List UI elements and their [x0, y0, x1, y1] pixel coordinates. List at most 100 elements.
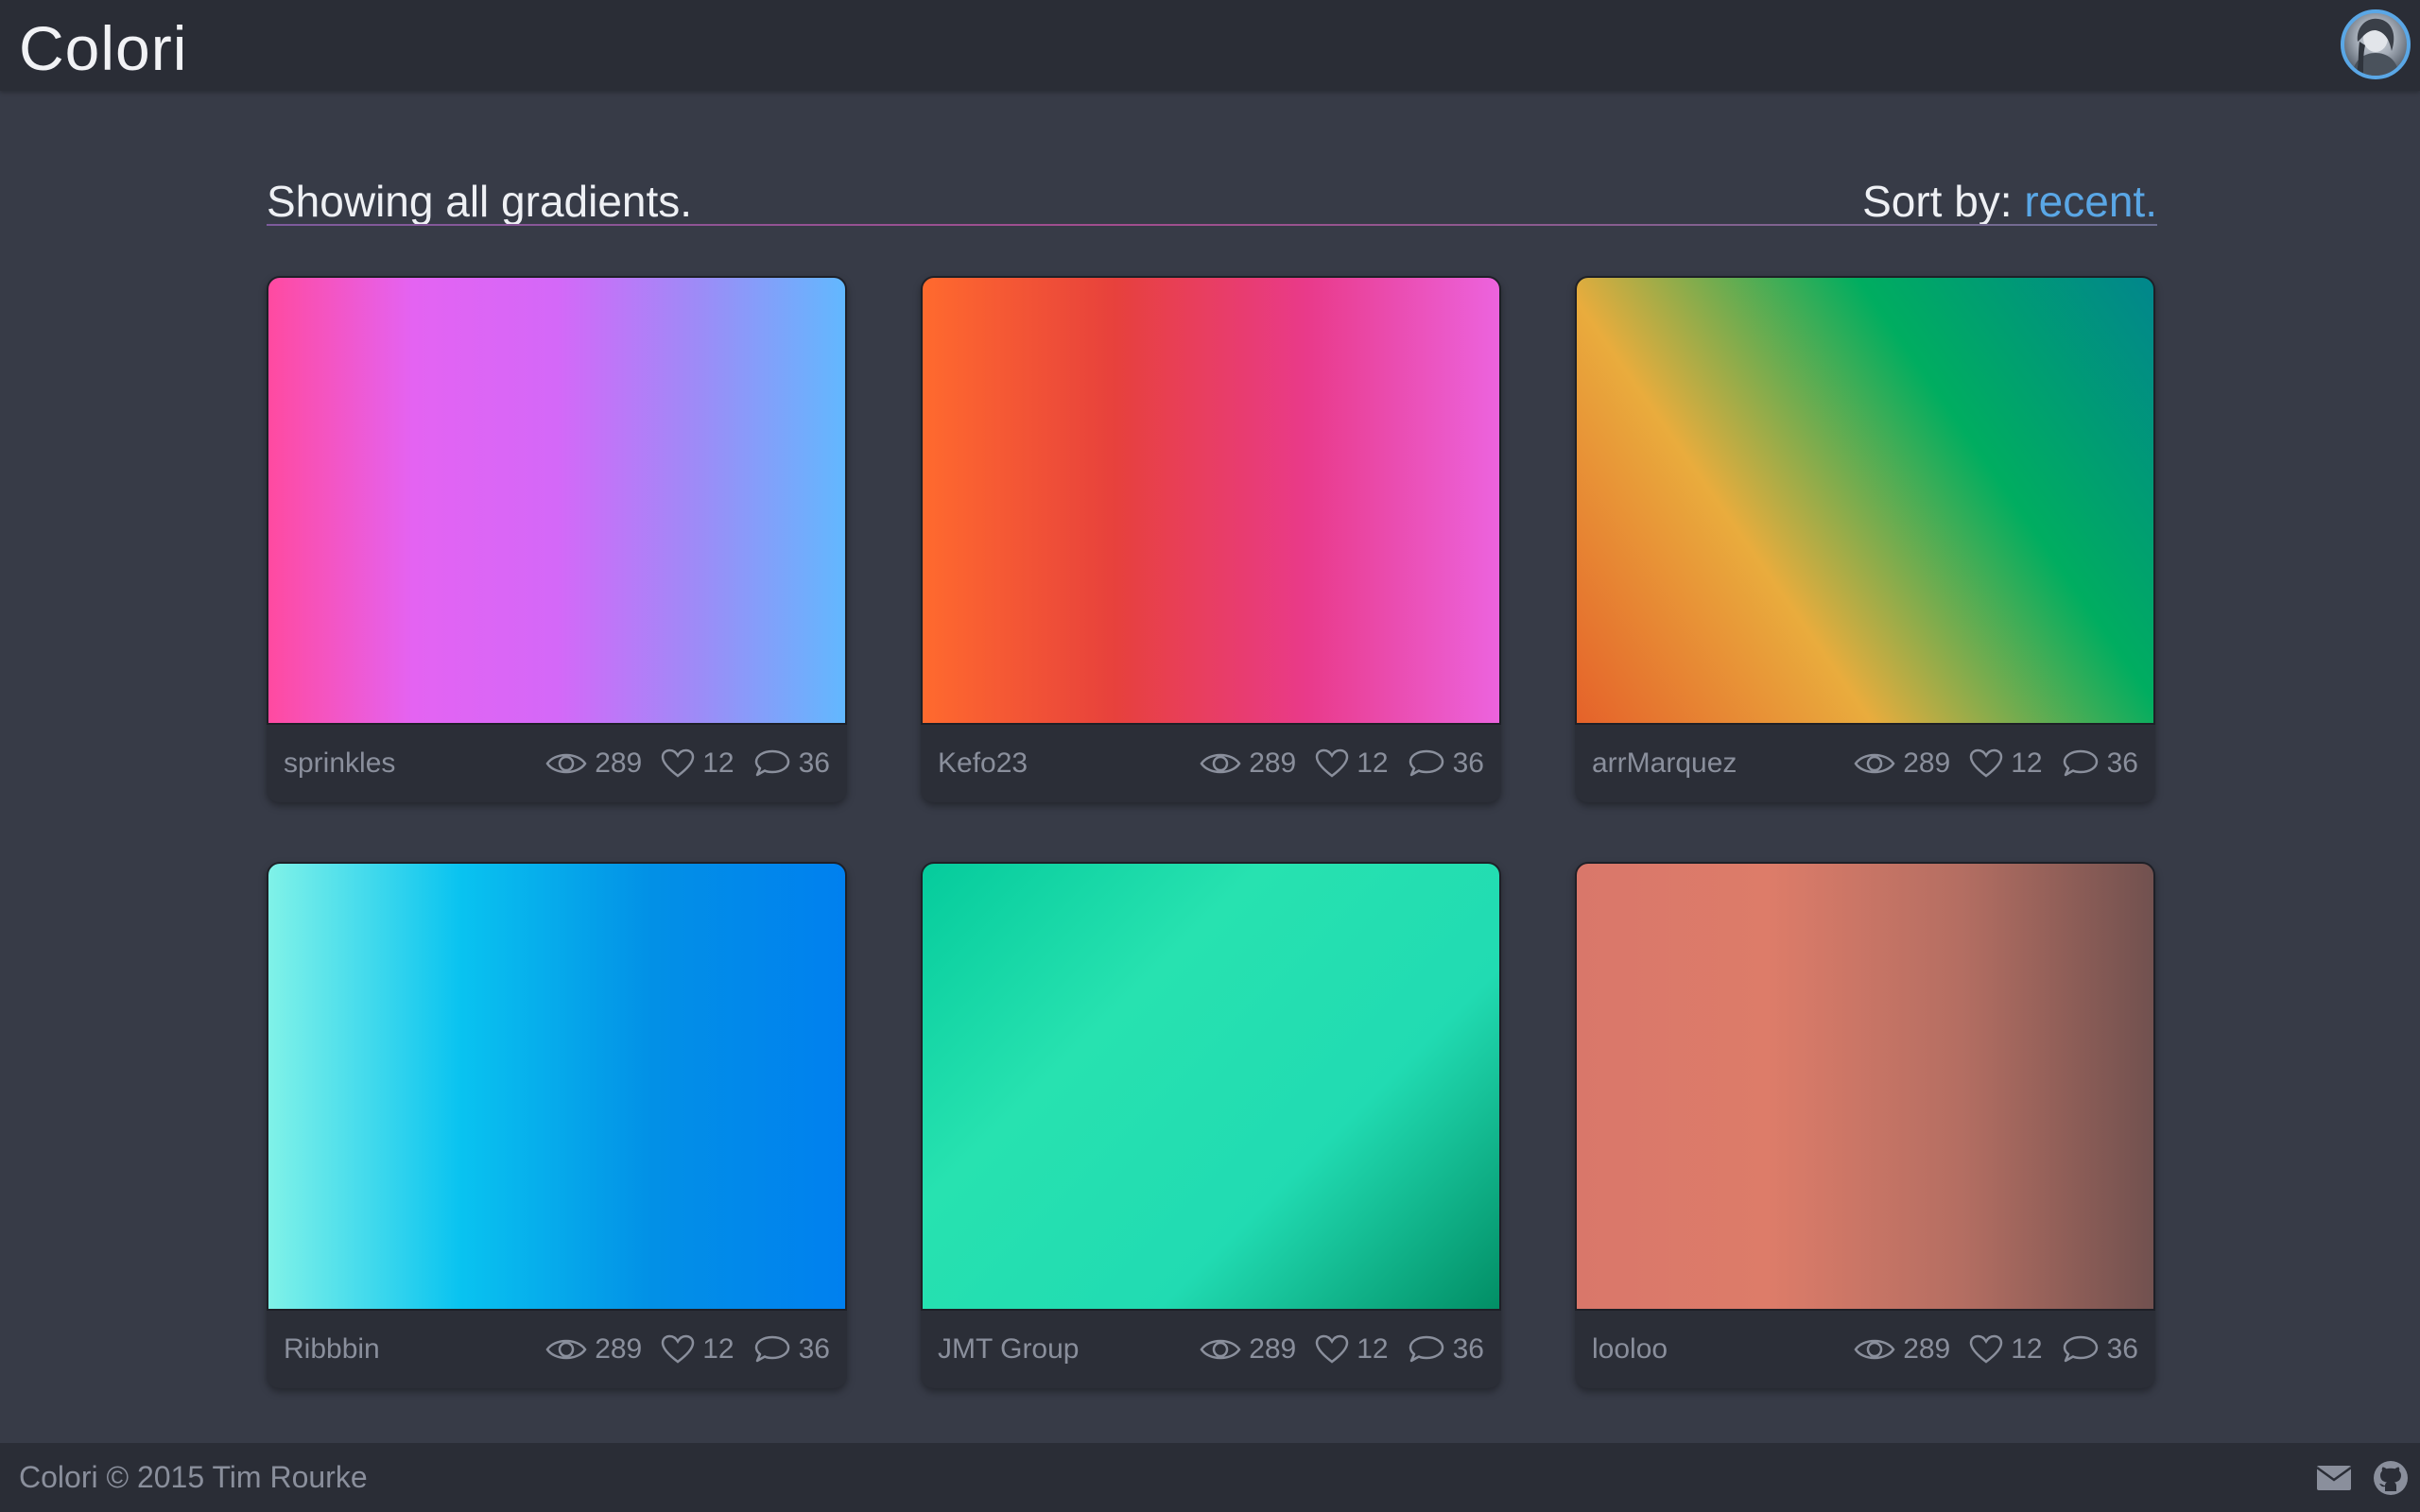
likes-stat[interactable]: 12 — [1969, 1333, 2043, 1366]
views-stat: 289 — [1854, 1333, 1950, 1366]
gradient-card[interactable]: arrMarquez 289 12 36 — [1575, 276, 2155, 802]
comment-icon — [2063, 1335, 2098, 1363]
views-count: 289 — [595, 747, 643, 779]
filter-divider — [267, 224, 2157, 226]
likes-stat[interactable]: 12 — [661, 747, 735, 780]
likes-count: 12 — [702, 747, 735, 779]
card-stats: 289 12 36 — [527, 1330, 830, 1369]
footer-icons — [2295, 1460, 2409, 1501]
heart-icon — [1315, 1334, 1349, 1364]
comments-count: 36 — [1452, 1333, 1484, 1365]
views-stat: 289 — [545, 747, 642, 780]
comment-icon — [1409, 1335, 1443, 1363]
gradient-card[interactable]: looloo 289 12 36 — [1575, 862, 2155, 1388]
comments-count: 36 — [2106, 1333, 2138, 1365]
author-name[interactable]: Kefo23 — [938, 744, 1028, 783]
card-footer: sprinkles 289 12 36 — [267, 725, 847, 802]
gradient-grid: sprinkles 289 12 36 Kefo23 289 12 36 arr… — [267, 276, 2157, 1391]
card-stats: 289 12 36 — [1835, 744, 2138, 783]
author-name[interactable]: JMT Group — [938, 1330, 1080, 1369]
author-name[interactable]: sprinkles — [284, 744, 395, 783]
eye-icon — [1854, 753, 1895, 774]
mail-icon[interactable] — [2316, 1465, 2352, 1496]
author-name[interactable]: looloo — [1592, 1330, 1668, 1369]
comments-count: 36 — [798, 1333, 830, 1365]
gradient-swatch[interactable] — [267, 862, 847, 1311]
views-count: 289 — [1249, 747, 1297, 779]
comment-icon — [754, 749, 789, 777]
eye-icon — [1200, 753, 1241, 774]
heart-icon — [661, 1334, 695, 1364]
comments-stat[interactable]: 36 — [753, 1333, 830, 1366]
copyright-text: Colori © 2015 Tim Rourke — [19, 1460, 368, 1494]
page-footer: Colori © 2015 Tim Rourke — [0, 1443, 2420, 1512]
sort-label: Sort by: — [1862, 177, 2013, 226]
likes-count: 12 — [2011, 1333, 2043, 1365]
gradient-card[interactable]: JMT Group 289 12 36 — [921, 862, 1501, 1388]
gradient-swatch[interactable] — [267, 276, 847, 725]
card-stats: 289 12 36 — [527, 744, 830, 783]
eye-icon — [1854, 1339, 1895, 1360]
comment-icon — [1409, 749, 1443, 777]
showing-label: Showing all gradients. — [267, 177, 693, 226]
comment-icon — [2063, 749, 2098, 777]
views-count: 289 — [1903, 747, 1951, 779]
card-stats: 289 12 36 — [1181, 1330, 1484, 1369]
views-stat: 289 — [1200, 1333, 1296, 1366]
comments-count: 36 — [798, 747, 830, 779]
card-footer: Ribbbin 289 12 36 — [267, 1311, 847, 1388]
user-avatar[interactable] — [2341, 9, 2411, 79]
gradient-swatch[interactable] — [1575, 276, 2155, 725]
likes-count: 12 — [1357, 747, 1389, 779]
comments-count: 36 — [2106, 747, 2138, 779]
sort-control: Sort by: recent. — [1862, 175, 2157, 228]
eye-icon — [545, 753, 587, 774]
heart-icon — [661, 748, 695, 778]
comments-stat[interactable]: 36 — [1408, 747, 1484, 780]
gradient-card[interactable]: sprinkles 289 12 36 — [267, 276, 847, 802]
author-name[interactable]: Ribbbin — [284, 1330, 380, 1369]
views-stat: 289 — [545, 1333, 642, 1366]
gradient-swatch[interactable] — [921, 276, 1501, 725]
gradient-card[interactable]: Ribbbin 289 12 36 — [267, 862, 847, 1388]
views-count: 289 — [595, 1333, 643, 1365]
card-footer: JMT Group 289 12 36 — [921, 1311, 1501, 1388]
likes-stat[interactable]: 12 — [1315, 1333, 1389, 1366]
views-stat: 289 — [1854, 747, 1950, 780]
card-stats: 289 12 36 — [1835, 1330, 2138, 1369]
card-footer: Kefo23 289 12 36 — [921, 725, 1501, 802]
comments-stat[interactable]: 36 — [753, 747, 830, 780]
author-name[interactable]: arrMarquez — [1592, 744, 1737, 783]
gradient-swatch[interactable] — [921, 862, 1501, 1311]
app-logo[interactable]: Colori — [19, 9, 187, 87]
card-footer: arrMarquez 289 12 36 — [1575, 725, 2155, 802]
views-count: 289 — [1249, 1333, 1297, 1365]
sort-dropdown[interactable]: recent. — [2024, 177, 2157, 226]
likes-count: 12 — [2011, 747, 2043, 779]
avatar-portrait — [2352, 18, 2399, 76]
views-stat: 289 — [1200, 747, 1296, 780]
top-bar: Colori — [0, 0, 2420, 91]
card-stats: 289 12 36 — [1181, 744, 1484, 783]
comments-stat[interactable]: 36 — [2062, 1333, 2138, 1366]
eye-icon — [545, 1339, 587, 1360]
likes-count: 12 — [1357, 1333, 1389, 1365]
comment-icon — [754, 1335, 789, 1363]
github-icon[interactable] — [2373, 1460, 2409, 1501]
comments-stat[interactable]: 36 — [1408, 1333, 1484, 1366]
likes-stat[interactable]: 12 — [1315, 747, 1389, 780]
heart-icon — [1969, 1334, 2003, 1364]
views-count: 289 — [1903, 1333, 1951, 1365]
filter-bar: Showing all gradients. Sort by: recent. — [267, 175, 2157, 228]
likes-count: 12 — [702, 1333, 735, 1365]
heart-icon — [1969, 748, 2003, 778]
eye-icon — [1200, 1339, 1241, 1360]
card-footer: looloo 289 12 36 — [1575, 1311, 2155, 1388]
heart-icon — [1315, 748, 1349, 778]
comments-count: 36 — [1452, 747, 1484, 779]
gradient-card[interactable]: Kefo23 289 12 36 — [921, 276, 1501, 802]
comments-stat[interactable]: 36 — [2062, 747, 2138, 780]
likes-stat[interactable]: 12 — [661, 1333, 735, 1366]
likes-stat[interactable]: 12 — [1969, 747, 2043, 780]
gradient-swatch[interactable] — [1575, 862, 2155, 1311]
